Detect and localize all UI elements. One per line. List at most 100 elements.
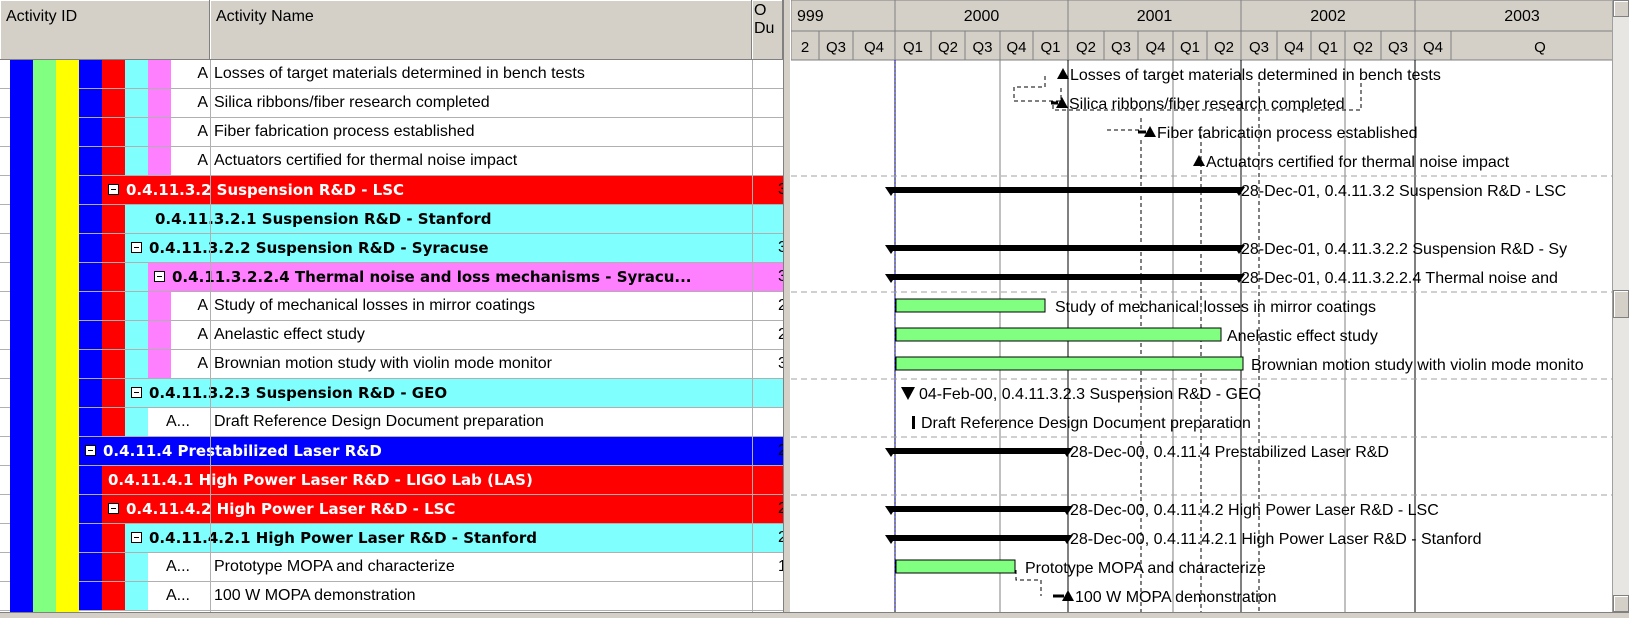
timescale-quarter-label: Q1	[903, 39, 923, 56]
wbs-level-stripe	[10, 60, 33, 614]
activity-id: A	[171, 350, 210, 378]
wbs-level-stripe	[148, 89, 171, 117]
wbs-level-stripe	[79, 321, 102, 349]
collapse-toggle-icon[interactable]	[131, 532, 142, 543]
summary-bar	[891, 535, 1067, 541]
wbs-group-row[interactable]: 0.4.11.3.2.2 Suspension R&D - Syracuse3	[0, 234, 783, 263]
activity-name: 100 W MOPA demonstration	[214, 587, 416, 604]
wbs-level-stripe	[148, 292, 171, 320]
wbs-group-row[interactable]: 0.4.11.3.2 Suspension R&D - LSC3	[0, 176, 783, 205]
wbs-group-row[interactable]: 0.4.11.4.1 High Power Laser R&D - LIGO L…	[0, 466, 783, 495]
column-header-activity-name[interactable]: Activity Name	[210, 0, 752, 60]
wbs-level-stripe	[79, 60, 102, 88]
wbs-level-stripe	[102, 408, 125, 436]
scroll-up-button[interactable]	[1613, 0, 1629, 17]
scroll-thumb[interactable]	[1613, 290, 1629, 318]
activity-row[interactable]: A Study of mechanical losses in mirror co…	[0, 292, 783, 321]
gantt-bar-label: Actuators certified for thermal noise im…	[1206, 154, 1510, 171]
horizontal-scrollbar[interactable]	[0, 612, 1629, 618]
wbs-group-row[interactable]: 0.4.11.3.2.3 Suspension R&D - GEO	[0, 379, 783, 408]
gantt-bar-label: 28-Dec-01, 0.4.11.3.2 Suspension R&D - L…	[1241, 183, 1566, 200]
activity-row[interactable]: A Fiber fabrication process established	[0, 118, 783, 147]
pane-splitter[interactable]	[783, 0, 791, 618]
wbs-name: 0.4.11.4.2 High Power Laser R&D - LSC	[126, 500, 456, 518]
activity-table: Activity ID Activity Name O Du A Losses of…	[0, 0, 783, 618]
activity-row[interactable]: A...Prototype MOPA and characterize1	[0, 553, 783, 582]
wbs-name: 0.4.11.4 Prestabilized Laser R&D	[103, 442, 382, 460]
wbs-name: 0.4.11.3.2.1 Suspension R&D - Stanford	[155, 210, 492, 228]
collapse-toggle-icon[interactable]	[108, 503, 119, 514]
timescale-quarter-label: Q4	[1284, 39, 1304, 56]
column-header-orig-duration[interactable]: O Du	[752, 0, 783, 60]
dependency-line	[1106, 118, 1142, 131]
collapse-toggle-icon[interactable]	[131, 387, 142, 398]
activity-row[interactable]: A Silica ribbons/fiber research completed	[0, 89, 783, 118]
collapse-toggle-icon[interactable]	[108, 184, 119, 195]
wbs-level-stripe	[148, 118, 171, 146]
gantt-bar-label: 100 W MOPA demonstration	[1075, 589, 1277, 606]
wbs-level-stripe	[102, 582, 125, 610]
wbs-level-stripe	[125, 408, 148, 436]
activity-row[interactable]: AAnelastic effect study2	[0, 321, 783, 350]
timescale-quarter-label: Q2	[1353, 39, 1373, 56]
wbs-group-row[interactable]: 0.4.11.4.2 High Power Laser R&D - LSC2	[0, 495, 783, 524]
wbs-level-stripe	[125, 118, 148, 146]
activity-row[interactable]: A Brownian motion study with violin mode …	[0, 350, 783, 379]
wbs-name: 0.4.11.3.2.3 Suspension R&D - GEO	[149, 384, 448, 402]
wbs-level-stripe	[102, 89, 125, 117]
timescale-quarter-label: Q4	[864, 39, 884, 56]
wbs-level-stripe	[79, 553, 102, 581]
timescale-quarter-label: Q	[1534, 39, 1546, 56]
wbs-level-stripe	[102, 147, 125, 175]
vertical-scrollbar[interactable]	[1612, 0, 1629, 618]
activity-row[interactable]: A... Draft Reference Design Document prep…	[0, 408, 783, 437]
gantt-bar-label: 28-Dec-01, 0.4.11.3.2.2 Suspension R&D -…	[1241, 241, 1567, 258]
wbs-group-row[interactable]: 0.4.11.3.2.1 Suspension R&D - Stanford	[0, 205, 783, 234]
column-header-label: Du	[754, 20, 775, 37]
column-header-activity-id[interactable]: Activity ID	[0, 0, 210, 60]
wbs-level-stripe	[79, 176, 102, 204]
collapse-toggle-icon[interactable]	[154, 271, 165, 282]
gantt-bar-label: 04-Feb-00, 0.4.11.3.2.3 Suspension R&D -…	[919, 386, 1261, 403]
summary-bar	[891, 274, 1239, 280]
wbs-level-stripe	[79, 263, 102, 291]
activity-id: A	[171, 321, 210, 349]
activity-id: A	[171, 60, 210, 88]
activity-bar	[895, 559, 1016, 574]
milestone-marker	[1057, 68, 1069, 79]
wbs-level-stripe	[148, 147, 171, 175]
activity-name: Study of mechanical losses in mirror coa…	[214, 297, 536, 314]
activity-row[interactable]: A Losses of target materials determined i…	[0, 60, 783, 89]
timescale-quarter-label: Q3	[1111, 39, 1131, 56]
timescale-quarter-label: Q2	[1076, 39, 1096, 56]
timescale-year-label: 2000	[964, 8, 1000, 25]
wbs-level-stripe	[79, 292, 102, 320]
wbs-group-row[interactable]: 0.4.11.4.2.1 High Power Laser R&D - Stan…	[0, 524, 783, 553]
wbs-name: 0.4.11.3.2.2 Suspension R&D - Syracuse	[149, 239, 489, 257]
summary-bar	[891, 506, 1067, 512]
summary-bar	[891, 187, 1239, 193]
timescale-quarter-label: Q3	[826, 39, 846, 56]
activity-id: A	[171, 118, 210, 146]
activity-id: A	[171, 292, 210, 320]
scroll-down-button[interactable]	[1613, 595, 1629, 612]
gantt-bar-label: Losses of target materials determined in…	[1070, 67, 1441, 84]
activity-id: A...	[148, 553, 210, 581]
column-header-label: O	[754, 2, 767, 19]
wbs-group-row[interactable]: 0.4.11.3.2.2.4 Thermal noise and loss me…	[0, 263, 783, 292]
wbs-level-stripe	[102, 379, 125, 407]
wbs-level-stripe	[102, 524, 125, 552]
wbs-level-stripe	[125, 582, 148, 610]
timescale-quarter-label: Q2	[938, 39, 958, 56]
dependency-line	[1013, 76, 1062, 102]
wbs-group-row[interactable]: 0.4.11.4 Prestabilized Laser R&D2	[0, 437, 783, 466]
wbs-level-stripe	[102, 350, 125, 378]
collapse-toggle-icon[interactable]	[131, 242, 142, 253]
activity-name: Losses of target materials determined in…	[214, 65, 585, 82]
wbs-level-stripe	[79, 379, 102, 407]
gantt-bar-label: 28-Dec-01, 0.4.11.3.2.2.4 Thermal noise …	[1241, 270, 1558, 287]
timescale-quarter-label: Q1	[1318, 39, 1338, 56]
collapse-toggle-icon[interactable]	[85, 445, 96, 456]
activity-row[interactable]: A Actuators certified for thermal noise i…	[0, 147, 783, 176]
activity-row[interactable]: A... 100 W MOPA demonstration	[0, 582, 783, 611]
